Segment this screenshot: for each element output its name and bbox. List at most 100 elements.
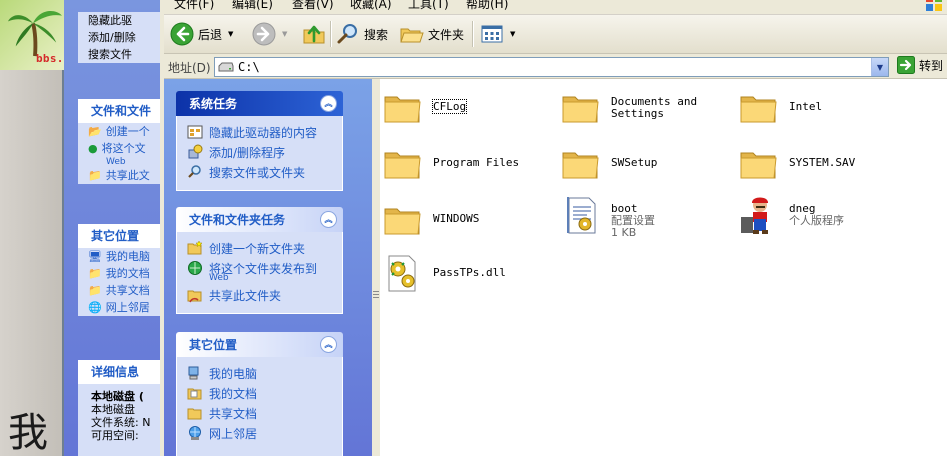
background-task-pane: 隐藏此驱 添加/删除 搜索文件 文件和文件 📂 创建一个 ● 将这个文 Web 📁 共… bbox=[64, 0, 170, 456]
file-item-dll[interactable]: PassTPs.dll bbox=[383, 253, 506, 293]
menu-file[interactable]: 文件(F) bbox=[174, 0, 214, 12]
bg-item-sub[interactable]: Web bbox=[78, 157, 170, 167]
views-grid-icon bbox=[481, 25, 503, 43]
file-name: Documents and Settings bbox=[611, 95, 698, 120]
file-item-config[interactable]: boot 配置设置 1 KB bbox=[561, 195, 655, 239]
menu-favorites[interactable]: 收藏(A) bbox=[350, 0, 392, 12]
bg-panel-title[interactable]: 详细信息 bbox=[78, 360, 170, 384]
folder-icon bbox=[740, 152, 777, 179]
address-input[interactable]: C:\ ▼ bbox=[214, 57, 889, 77]
bg-panel-title[interactable]: 文件和文件 bbox=[78, 99, 170, 123]
detail-line: 本地磁盘 bbox=[91, 403, 135, 416]
file-item-exe[interactable]: dneg 个人版程序 bbox=[739, 195, 844, 235]
search-icon bbox=[188, 165, 201, 178]
folders-button[interactable]: 文件夹 bbox=[400, 19, 464, 49]
bg-panel-title[interactable]: 其它位置 bbox=[78, 224, 170, 248]
collapse-chevron-icon[interactable]: ︽ bbox=[320, 211, 337, 228]
folder-icon bbox=[384, 96, 421, 123]
shared-documents-icon bbox=[187, 408, 202, 420]
menu-tools[interactable]: 工具(T) bbox=[408, 0, 449, 12]
file-name: WINDOWS bbox=[433, 212, 480, 225]
chevron-down-icon[interactable]: ▼ bbox=[510, 30, 515, 38]
task-label: 搜索文件或文件夹 bbox=[209, 165, 306, 180]
place-label: 我的电脑 bbox=[209, 366, 258, 381]
panel-header-other-places[interactable]: 其它位置 ︽ bbox=[176, 332, 343, 357]
bg-item[interactable]: 添加/删除 bbox=[78, 29, 170, 46]
file-item-folder[interactable]: Program Files bbox=[383, 143, 519, 183]
network-icon: 🌐 bbox=[88, 301, 102, 314]
bg-partial-system-tasks: 隐藏此驱 添加/删除 搜索文件 bbox=[78, 12, 170, 63]
folders-icon bbox=[400, 28, 424, 43]
bg-item[interactable]: 隐藏此驱 bbox=[78, 12, 170, 29]
address-dropdown-button[interactable]: ▼ bbox=[871, 58, 888, 76]
place-my-computer[interactable]: 我的电脑 bbox=[177, 363, 342, 383]
bg-panel-details: 详细信息 本地磁盘 ( 本地磁盘 文件系统: N 可用空间: bbox=[78, 360, 170, 456]
folder-up-icon bbox=[303, 25, 325, 44]
up-button[interactable] bbox=[302, 19, 326, 49]
folders-label: 文件夹 bbox=[428, 28, 465, 42]
detail-line: 可用空间: bbox=[91, 429, 139, 442]
task-share-folder[interactable]: 共享此文件夹 bbox=[177, 285, 342, 305]
menu-help[interactable]: 帮助(H) bbox=[466, 0, 508, 12]
background-paper: 我 bbox=[0, 70, 62, 456]
file-type: 个人版程序 bbox=[789, 214, 844, 227]
panel-system-tasks: 系统任务 ︽ 隐藏此驱动器的内容 添加/删除程序 搜索文件或文件夹 bbox=[176, 91, 343, 191]
windows-logo-icon bbox=[926, 0, 942, 11]
bg-item[interactable]: 📁 我的文档 bbox=[78, 265, 170, 282]
bg-item[interactable]: 📁 共享此文 bbox=[78, 167, 170, 184]
network-places-icon bbox=[189, 426, 201, 440]
file-item-folder[interactable]: Documents and Settings bbox=[561, 87, 711, 127]
bg-item[interactable]: 搜索文件 bbox=[78, 46, 170, 63]
file-item-folder[interactable]: WINDOWS bbox=[383, 199, 479, 239]
chevron-down-icon[interactable]: ▼ bbox=[228, 30, 233, 38]
dll-file-icon bbox=[388, 255, 416, 292]
folder-new-icon: 📂 bbox=[88, 125, 102, 138]
chevron-down-icon[interactable]: ▼ bbox=[282, 30, 287, 38]
collapse-chevron-icon[interactable]: ︽ bbox=[320, 336, 337, 353]
search-label: 搜索 bbox=[364, 28, 389, 42]
folder-icon bbox=[740, 96, 777, 123]
panel-header-system-tasks[interactable]: 系统任务 ︽ bbox=[176, 91, 343, 116]
forward-button[interactable]: ▼ bbox=[252, 19, 287, 49]
task-new-folder[interactable]: 创建一个新文件夹 bbox=[177, 238, 342, 258]
collapse-chevron-icon[interactable]: ︽ bbox=[320, 95, 337, 112]
file-item-folder[interactable]: CFLog bbox=[383, 87, 468, 127]
forward-arrow-icon bbox=[252, 22, 276, 46]
task-search-files[interactable]: 搜索文件或文件夹 bbox=[177, 162, 342, 182]
panel-other-places: 其它位置 ︽ 我的电脑 我的文档 共享文档 网上邻居 bbox=[176, 332, 343, 456]
panel-header-file-tasks[interactable]: 文件和文件夹任务 ︽ bbox=[176, 207, 343, 232]
go-button[interactable]: 转到 bbox=[897, 56, 943, 74]
menu-view[interactable]: 查看(V) bbox=[292, 0, 334, 12]
search-button[interactable]: 搜索 bbox=[336, 19, 388, 49]
place-shared-documents[interactable]: 共享文档 bbox=[177, 403, 342, 423]
address-bar: 地址(D) C:\ ▼ 转到 bbox=[164, 54, 947, 79]
bg-item[interactable]: 📁 共享文档 bbox=[78, 282, 170, 299]
share-folder-icon: 📁 bbox=[88, 169, 102, 182]
place-network[interactable]: 网上邻居 bbox=[177, 423, 342, 443]
menu-edit[interactable]: 编辑(E) bbox=[232, 0, 273, 12]
back-button[interactable]: 后退 ▼ bbox=[170, 19, 233, 49]
file-item-folder[interactable]: Intel bbox=[739, 87, 822, 127]
views-button[interactable]: ▼ bbox=[480, 19, 515, 49]
bg-item[interactable]: 🌐 网上邻居 bbox=[78, 299, 170, 316]
task-add-remove-programs[interactable]: 添加/删除程序 bbox=[177, 142, 342, 162]
file-item-folder[interactable]: SYSTEM.SAV bbox=[739, 143, 855, 183]
pane-splitter[interactable] bbox=[372, 79, 380, 456]
globe-icon: ● bbox=[88, 142, 98, 155]
place-my-documents[interactable]: 我的文档 bbox=[177, 383, 342, 403]
place-label: 我的文档 bbox=[209, 386, 258, 401]
panel-title: 文件和文件夹任务 bbox=[189, 213, 286, 227]
file-item-folder[interactable]: SWSetup bbox=[561, 143, 657, 183]
bg-item[interactable]: 📂 创建一个 bbox=[78, 123, 170, 140]
detail-line: 本地磁盘 ( bbox=[91, 390, 144, 403]
bg-item[interactable]: ● 将这个文 bbox=[78, 140, 170, 157]
explorer-window: 文件(F) 编辑(E) 查看(V) 收藏(A) 工具(T) 帮助(H) 后退 ▼… bbox=[160, 0, 947, 456]
computer-icon: 🖥 bbox=[88, 250, 102, 263]
hide-contents-icon bbox=[187, 125, 203, 139]
toolbar: 后退 ▼ ▼ 搜索 文件夹 ▼ bbox=[164, 15, 947, 54]
task-hide-drive-contents[interactable]: 隐藏此驱动器的内容 bbox=[177, 122, 342, 142]
my-computer-icon bbox=[188, 366, 199, 380]
bg-item[interactable]: 🖥 我的电脑 bbox=[78, 248, 170, 265]
shared-folder-icon: 📁 bbox=[88, 284, 102, 297]
splitter-grip-icon bbox=[373, 291, 379, 298]
